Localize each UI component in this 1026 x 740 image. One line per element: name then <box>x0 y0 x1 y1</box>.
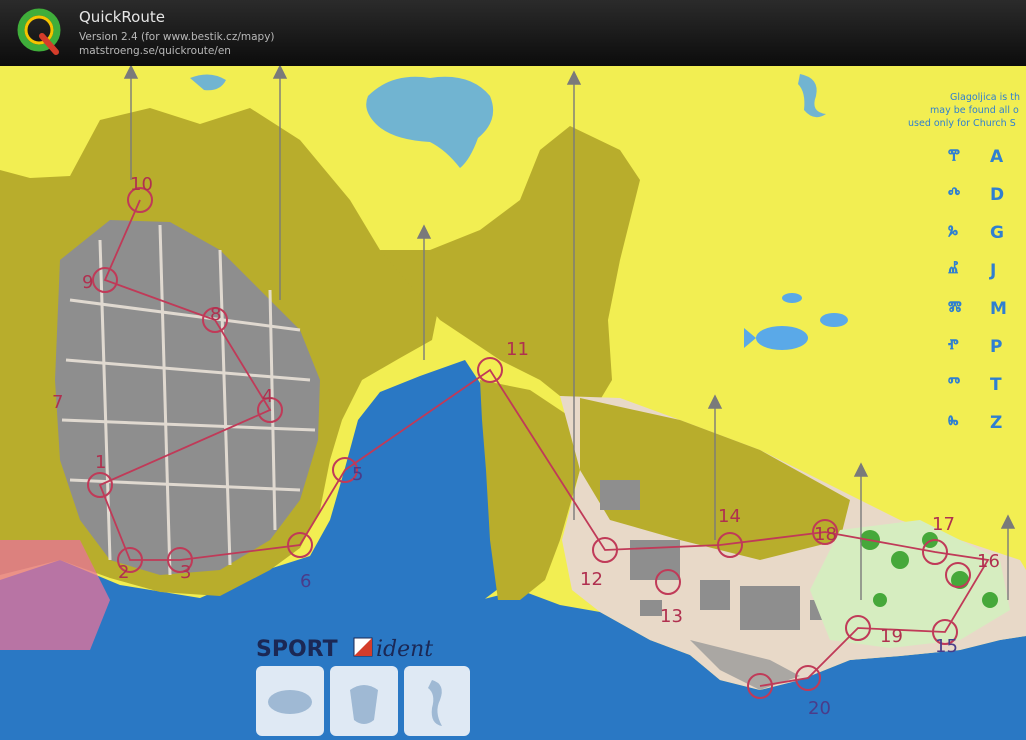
control-6: 6 <box>300 571 311 592</box>
lobster-icon <box>350 685 378 724</box>
control-1: 1 <box>95 452 106 473</box>
app-version: Version 2.4 (for www.bestik.cz/mapy) <box>79 31 275 43</box>
legend-note-line-1: Glagoljica is th <box>950 92 1020 103</box>
control-18: 18 <box>814 524 837 545</box>
control-7: 7 <box>52 392 63 413</box>
control-15: 15 <box>935 636 958 657</box>
control-17: 17 <box>932 514 955 535</box>
glyph-a: ⰹ <box>948 145 960 167</box>
latin-m: M <box>990 299 1007 319</box>
fish-icon <box>268 690 312 714</box>
glyph-z: ⰸ <box>948 411 959 433</box>
latin-p: P <box>990 337 1002 357</box>
control-2: 2 <box>118 562 129 583</box>
control-4: 4 <box>262 386 273 407</box>
glyph-j: ⰼ <box>948 259 959 281</box>
control-13: 13 <box>660 606 683 627</box>
control-16: 16 <box>977 551 1000 572</box>
title-bar: QuickRoute Version 2.4 (for www.bestik.c… <box>0 0 1026 66</box>
control-20: 20 <box>808 698 831 719</box>
quickroute-logo-icon <box>17 8 61 55</box>
legend-note-line-2: may be found all o <box>930 105 1019 116</box>
glyph-m: ⰿ <box>948 297 962 319</box>
glyph-g: ⰳ <box>948 221 958 243</box>
control-10: 10 <box>130 174 153 195</box>
control-9: 9 <box>82 272 93 293</box>
orienteering-map[interactable]: 10 9 8 4 7 1 2 3 5 6 11 12 13 14 18 17 1… <box>0 66 1026 740</box>
sponsor-sport: SPORT <box>256 637 338 662</box>
control-11: 11 <box>506 339 529 360</box>
sponsor-tiles <box>256 666 470 736</box>
app-url[interactable]: matstroeng.se/quickroute/en <box>79 45 231 57</box>
control-8: 8 <box>210 304 221 325</box>
control-5: 5 <box>352 464 363 485</box>
sportident-logo-icon <box>353 637 373 657</box>
latin-d: D <box>990 185 1004 205</box>
glyph-d: ⰴ <box>948 183 960 205</box>
legend-note-line-3: used only for Church S <box>908 118 1016 129</box>
control-12: 12 <box>580 569 603 590</box>
latin-z: Z <box>990 413 1002 433</box>
latin-t: T <box>990 375 1002 395</box>
glyph-p: ⱂ <box>948 335 959 357</box>
glyph-t: ⱅ <box>948 373 960 395</box>
latin-g: G <box>990 223 1004 243</box>
control-3: 3 <box>180 562 191 583</box>
control-19: 19 <box>880 626 903 647</box>
control-14: 14 <box>718 506 741 527</box>
sponsor-ident: ident <box>376 637 433 662</box>
latin-a: A <box>990 147 1004 167</box>
app-title: QuickRoute <box>79 8 165 26</box>
latin-j: J <box>989 261 996 281</box>
